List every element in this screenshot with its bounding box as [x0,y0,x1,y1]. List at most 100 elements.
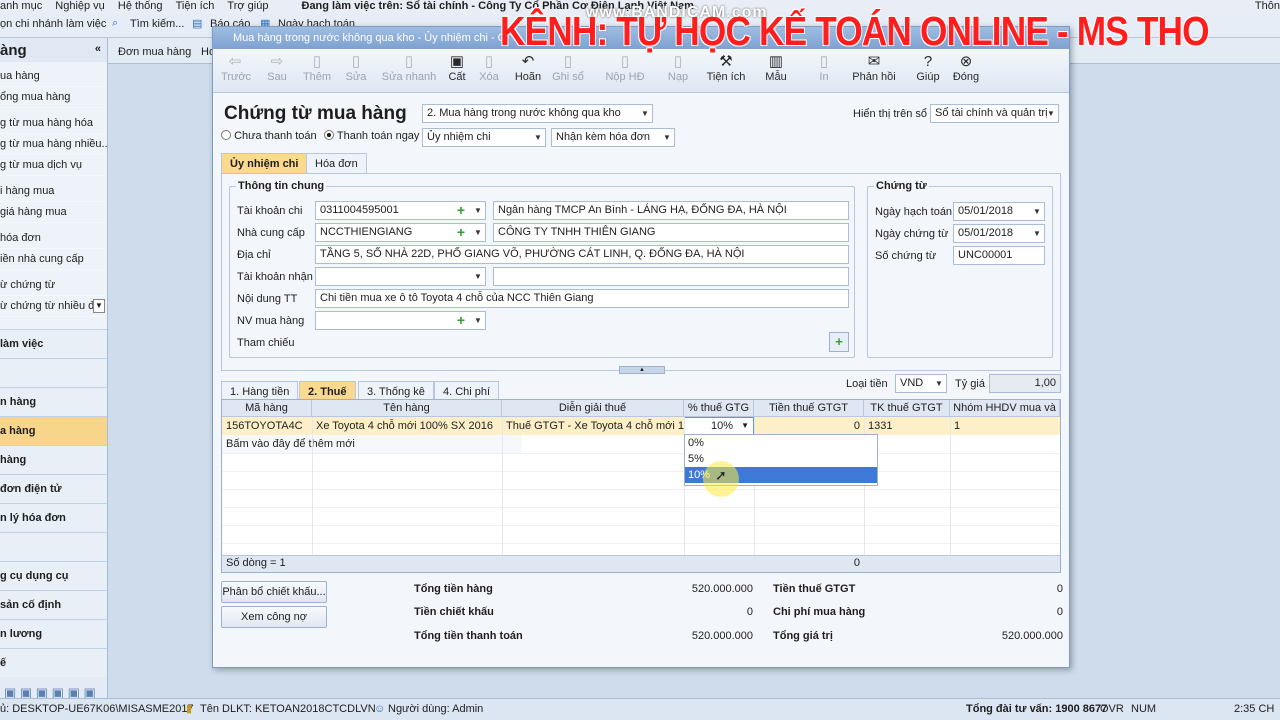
menu-item[interactable]: Nghiệp vụ [55,0,105,12]
purchase-type-select[interactable]: 2. Mua hàng trong nước không qua kho ▼ [422,104,653,123]
vat-rate-editor[interactable]: 10% ▼ [684,417,754,435]
sidebar-subitem[interactable]: g từ mua hàng nhiều... [0,134,107,155]
cell-vat-account[interactable]: 1331 [864,417,950,435]
sidebar-subitem[interactable]: i hàng mua [0,181,107,202]
rate-field[interactable]: 1,00 [989,374,1061,393]
chevron-down-icon[interactable]: ▼ [93,299,105,313]
menu-item[interactable]: Tiện ích [176,0,215,12]
toolbar-button[interactable]: ▥ Mẫu [761,53,791,83]
chevron-down-icon[interactable]: ▼ [1044,105,1058,122]
chevron-down-icon[interactable]: ▼ [471,312,485,329]
sidebar-module[interactable] [0,532,107,561]
add-row-hint[interactable]: Bấm vào đây để thêm mới [222,435,522,453]
menu-item[interactable]: Trợ giúp [227,0,268,12]
supplier-name-field[interactable]: CÔNG TY TNHH THIÊN GIANG [493,223,849,242]
menu-item[interactable]: Hệ thống [118,0,163,12]
sidebar-subitem[interactable]: hóa đơn [0,228,107,249]
invoice-option-select[interactable]: Nhận kèm hóa đơn ▼ [551,128,675,147]
sidebar-subitem[interactable]: ua hàng [0,66,107,87]
toolbar-button[interactable]: ✉ Phản hồi [849,53,899,83]
tab-invoice[interactable]: Hóa đơn [306,153,367,173]
chevron-down-icon[interactable]: ▼ [932,375,946,392]
staff-input[interactable]: + ▼ [315,311,486,330]
add-icon[interactable]: + [453,312,469,329]
sidebar-module[interactable]: làm việc [0,329,107,358]
cell-item-name[interactable]: Xe Toyota 4 chỗ mới 100% SX 2016 [312,417,502,435]
branch-selector[interactable]: ọn chi nhánh làm việc [0,18,106,30]
search-button[interactable]: Tìm kiếm... [130,18,184,30]
chevron-down-icon[interactable]: ▼ [1030,225,1044,242]
sidebar-subitem[interactable]: g từ mua dịch vụ [0,155,107,176]
chevron-down-icon[interactable]: ▼ [471,224,485,241]
receive-bank-field[interactable] [493,267,849,286]
cell-item-code[interactable]: 156TOYOTA4C [222,417,312,435]
radio-icon[interactable] [221,130,231,140]
toolbar-button[interactable]: ? Giúp [913,53,943,83]
column-header[interactable]: Tiền thuế GTGT [754,400,864,417]
account-input[interactable]: 0311004595001 + ▼ [315,201,486,220]
report-icon[interactable]: ▤ [192,17,202,30]
add-icon[interactable]: + [453,202,469,219]
content-field[interactable]: Chi tiền mua xe ô tô Toyota 4 chỗ của NC… [315,289,849,308]
sidebar-subitem[interactable]: ừ chứng từ [0,275,107,296]
toolbar-button[interactable]: ▯ Nộp HĐ [601,53,649,83]
sidebar-module[interactable]: ế [0,648,107,677]
chevron-down-icon[interactable]: ▼ [660,129,674,146]
chevron-down-icon[interactable]: ▼ [471,268,485,285]
chevron-down-icon[interactable]: ▼ [471,202,485,219]
toolbar-button[interactable]: ▯ Thêm [301,53,333,83]
search-icon[interactable]: ⌕ [112,17,118,30]
sidebar-module[interactable]: g cụ dụng cụ [0,561,107,590]
address-field[interactable]: TẦNG 5, SỐ NHÀ 22D, PHỐ GIANG VÕ, PHƯỜNG… [315,245,849,264]
add-reference-icon[interactable]: + [829,332,849,352]
tab-tax[interactable]: 2. Thuế [299,381,356,401]
supplier-input[interactable]: NCCTHIENGIANG + ▼ [315,223,486,242]
toolbar-button[interactable]: ▯ Sửa [341,53,371,83]
cell-tax-desc[interactable]: Thuế GTGT - Xe Toyota 4 chỗ mới 10 [502,417,684,435]
column-header[interactable]: Mã hàng [222,400,312,417]
view-debt-button[interactable]: Xem công nợ [221,606,327,628]
dropdown-option[interactable]: 0% [685,435,877,451]
menu-item[interactable]: anh mục [0,0,42,12]
toolbar-button[interactable]: ▯ Sửa nhanh [381,53,437,83]
currency-select[interactable]: VND ▼ [895,374,947,393]
column-header[interactable]: Tên hàng [312,400,502,417]
column-header[interactable]: % thuế GTG [684,400,754,417]
column-header[interactable]: TK thuế GTGT [864,400,950,417]
sidebar-subitem[interactable]: giá hàng mua [0,202,107,223]
sidebar-subitem[interactable]: ổng mua hàng [0,87,107,108]
receive-account-input[interactable]: ▼ [315,267,486,286]
sidebar-module-active[interactable]: a hàng [0,416,107,445]
toolbar-button[interactable]: ⇨ Sau [261,53,293,83]
sidebar-subitem-dropdown[interactable]: ừ chứng từ nhiều đối ▼ [0,296,107,317]
toolbar-button[interactable]: ▯ Ghi sổ [551,53,585,83]
toolbar-button[interactable]: ▯ Nạp [665,53,691,83]
voucher-date-input[interactable]: 05/01/2018 ▼ [953,224,1045,243]
toolbar-button[interactable]: ▯ Xóa [477,53,501,83]
splitter-handle-icon[interactable]: ▲ [619,366,665,374]
cell-goods-group[interactable]: 1 [950,417,1060,435]
sidebar-module[interactable]: n lương [0,619,107,648]
sidebar-module[interactable]: sản cố định [0,590,107,619]
voucher-no-input[interactable]: UNC00001 [953,246,1045,265]
sidebar-module[interactable]: n hàng [0,387,107,416]
collapse-icon[interactable]: « [95,43,101,55]
toolbar-button[interactable]: ⚒ Tiện ích [703,53,749,83]
sidebar-module[interactable]: n lý hóa đơn [0,503,107,532]
radio-unpaid[interactable]: Chưa thanh toán [221,130,317,142]
show-on-select[interactable]: Sổ tài chính và quản trị ▼ [930,104,1059,123]
cell-vat-amount[interactable]: 0 [754,417,864,435]
chevron-down-icon[interactable]: ▼ [531,129,545,146]
tab-statistics[interactable]: 3. Thống kê [358,381,434,401]
posting-date-input[interactable]: 05/01/2018 ▼ [953,202,1045,221]
add-icon[interactable]: + [453,224,469,241]
payment-method-select[interactable]: Ủy nhiệm chi ▼ [422,128,546,147]
sidebar-subitem[interactable]: g từ mua hàng hóa [0,113,107,134]
radio-selected-icon[interactable] [324,130,334,140]
sidebar-module[interactable]: hàng [0,445,107,474]
toolbar-button[interactable]: ⊗ Đóng [949,53,983,83]
toolbar-button[interactable]: ▯ In [811,53,837,83]
tab-purchase-orders[interactable]: Đơn mua hàng [118,46,191,58]
bank-name-field[interactable]: Ngân hàng TMCP An Bình - LÁNG HẠ, ĐỐNG Đ… [493,201,849,220]
radio-paid[interactable]: Thanh toán ngay [324,130,419,142]
